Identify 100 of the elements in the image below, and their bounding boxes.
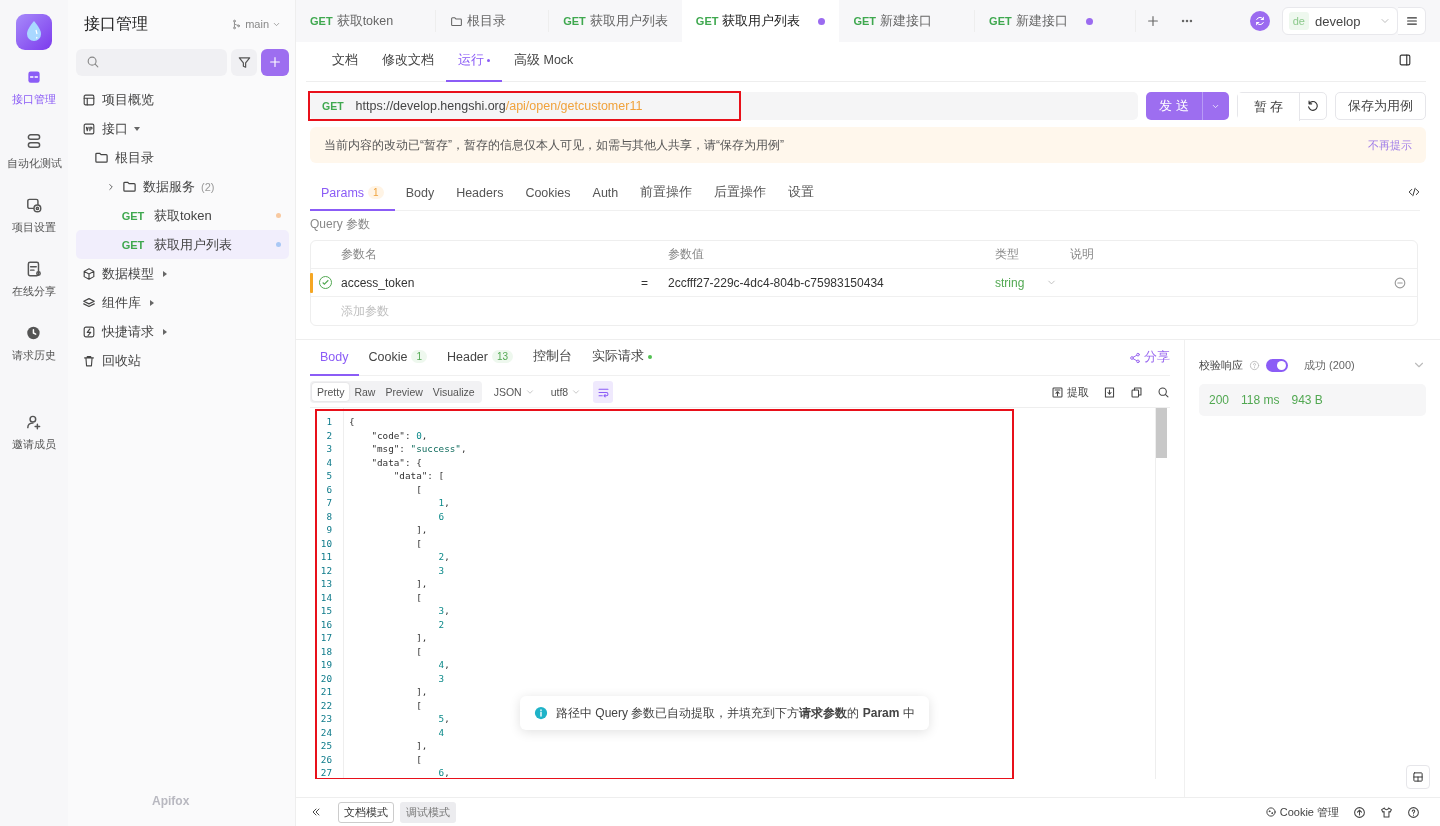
response-tab[interactable]: Body (310, 339, 359, 376)
layout-button[interactable] (1406, 765, 1430, 789)
code-line: [ (415, 699, 422, 711)
mode-tab[interactable]: 调试模式 (400, 801, 456, 823)
equals-sign: = (641, 275, 649, 290)
cookie-manager-button[interactable]: Cookie 管理 (1264, 804, 1339, 820)
encoding-select[interactable]: utf8 (546, 386, 586, 398)
tree-item[interactable]: 根目录 (76, 143, 289, 172)
rail-tab[interactable]: 在线分享 (2, 260, 66, 324)
code-line: 2 (437, 618, 445, 630)
environment-selector[interactable]: de develop (1281, 7, 1398, 35)
editor-tab[interactable]: 根目录 (436, 0, 521, 42)
tree-item[interactable]: 数据模型 (76, 259, 289, 288)
code-line: [ (415, 591, 422, 603)
tree-item[interactable]: 组件库 (76, 288, 289, 317)
param-tab[interactable]: Headers (445, 176, 515, 211)
tree-item[interactable]: 数据服务 (2) (76, 172, 289, 201)
tree-item[interactable]: GET 获取用户列表 (76, 230, 289, 259)
code-line: 3, (437, 605, 450, 617)
code-icon[interactable] (1408, 186, 1420, 198)
tree-item[interactable]: 快捷请求 (76, 317, 289, 346)
code-line: 4 (437, 726, 445, 738)
download-icon[interactable] (1103, 385, 1116, 399)
flash-icon (82, 324, 96, 339)
view-tab[interactable]: 高级 Mock (502, 41, 586, 82)
share-icon (1129, 351, 1141, 364)
param-tab[interactable]: Cookies (514, 176, 582, 211)
code-line: 6, (437, 767, 450, 779)
layers-icon (82, 295, 96, 310)
param-tab[interactable]: 设置 (777, 176, 826, 211)
toggle-switch[interactable] (1266, 358, 1288, 372)
url-field[interactable]: GET https://develop.hengshi.org/api/open/getcustomer11 (310, 92, 1138, 120)
copy-icon[interactable] (1130, 385, 1143, 399)
view-tab[interactable]: 运行 (446, 41, 502, 82)
code-line: [ (415, 753, 422, 765)
menu-button[interactable] (1398, 7, 1426, 35)
tree-item[interactable]: 项目概览 (76, 85, 289, 114)
extract-button[interactable]: 提取 (1051, 384, 1089, 400)
param-tab[interactable]: Params 1 (310, 176, 395, 211)
wrap-toggle[interactable] (593, 381, 614, 403)
rail-tab[interactable]: 请求历史 (2, 324, 66, 388)
help-icon[interactable] (1407, 805, 1420, 819)
rail-tab[interactable]: 项目设置 (2, 196, 66, 260)
search-icon[interactable] (1157, 385, 1170, 399)
response-tab[interactable]: Header 13 (437, 339, 524, 376)
tree-item[interactable]: 回收站 (76, 346, 289, 375)
code-line: ], (415, 632, 428, 644)
tree-item[interactable]: GET 获取token (76, 201, 289, 230)
view-mode[interactable]: Preview (380, 383, 428, 401)
param-value[interactable]: 2ccfff27-229c-4dc4-804b-c75983150434 (668, 275, 995, 290)
editor-tab[interactable]: GET 新建接口 (839, 0, 947, 42)
code-line: 4, (437, 659, 450, 671)
param-tab[interactable]: 前置操作 (629, 176, 704, 211)
check-icon (321, 278, 330, 287)
tree-item[interactable]: 接口 (76, 114, 289, 143)
editor-tab[interactable]: GET 获取用户列表 (681, 0, 840, 42)
param-tab[interactable]: Body (394, 176, 446, 211)
share-button[interactable]: 分享 (1129, 349, 1170, 366)
save-draft-button[interactable]: 暂 存 (1237, 93, 1300, 121)
shirt-icon[interactable] (1380, 805, 1393, 819)
editor-tab[interactable]: GET 新建接口 (975, 0, 1107, 42)
sync-button[interactable] (1249, 11, 1270, 31)
stack-icon (25, 132, 43, 150)
view-tab[interactable]: 文档 (320, 41, 370, 82)
param-tab[interactable]: 后置操作 (703, 176, 778, 211)
layout-icon (1412, 771, 1424, 783)
response-tab[interactable]: 控制台 (523, 339, 583, 376)
response-time: 118 ms (1241, 393, 1280, 407)
remove-icon[interactable] (1393, 275, 1407, 290)
branch-selector[interactable]: main (231, 18, 281, 30)
folder-icon (94, 150, 109, 165)
cookie-icon (1264, 806, 1277, 818)
filter-button[interactable] (231, 48, 257, 76)
upload-icon[interactable] (1353, 805, 1366, 819)
view-mode[interactable]: Pretty (312, 383, 350, 401)
add-button[interactable] (261, 48, 289, 76)
save-case-button[interactable]: 保存为用例 (1335, 92, 1426, 120)
response-tab[interactable]: Cookie 1 (358, 339, 437, 376)
extract-icon (1051, 385, 1064, 399)
rail-tab[interactable]: 自动化测试 (2, 132, 66, 196)
view-mode[interactable]: Visualize (427, 383, 480, 401)
notice-text: 当前内容的改动已“暂存”，暂存的信息仅本人可见，如需与其他人共享，请“保存为用例” (324, 136, 784, 154)
editor-tab[interactable]: GET 获取token (296, 0, 408, 42)
rail-tab[interactable]: 接口管理 (2, 68, 66, 132)
param-name[interactable]: access_token (341, 275, 641, 290)
view-tab[interactable]: 修改文档 (370, 41, 446, 82)
side-panel-icon[interactable] (1398, 53, 1412, 67)
format-select[interactable]: JSON (489, 386, 539, 398)
mode-tab[interactable]: 文档模式 (338, 801, 394, 823)
collapse-icon[interactable] (310, 806, 322, 818)
layout-icon (82, 92, 96, 107)
response-tab[interactable]: 实际请求 (582, 339, 663, 376)
search-field[interactable] (76, 48, 227, 76)
rail-tab[interactable]: 邀请成员 (2, 413, 66, 477)
plus-icon (1145, 14, 1160, 28)
scrollbar[interactable] (1155, 408, 1167, 779)
editor-tab[interactable]: GET 获取用户列表 (549, 0, 682, 42)
section-label: Query 参数 (310, 216, 371, 233)
param-tab[interactable]: Auth (581, 176, 630, 211)
view-mode[interactable]: Raw (349, 383, 381, 401)
